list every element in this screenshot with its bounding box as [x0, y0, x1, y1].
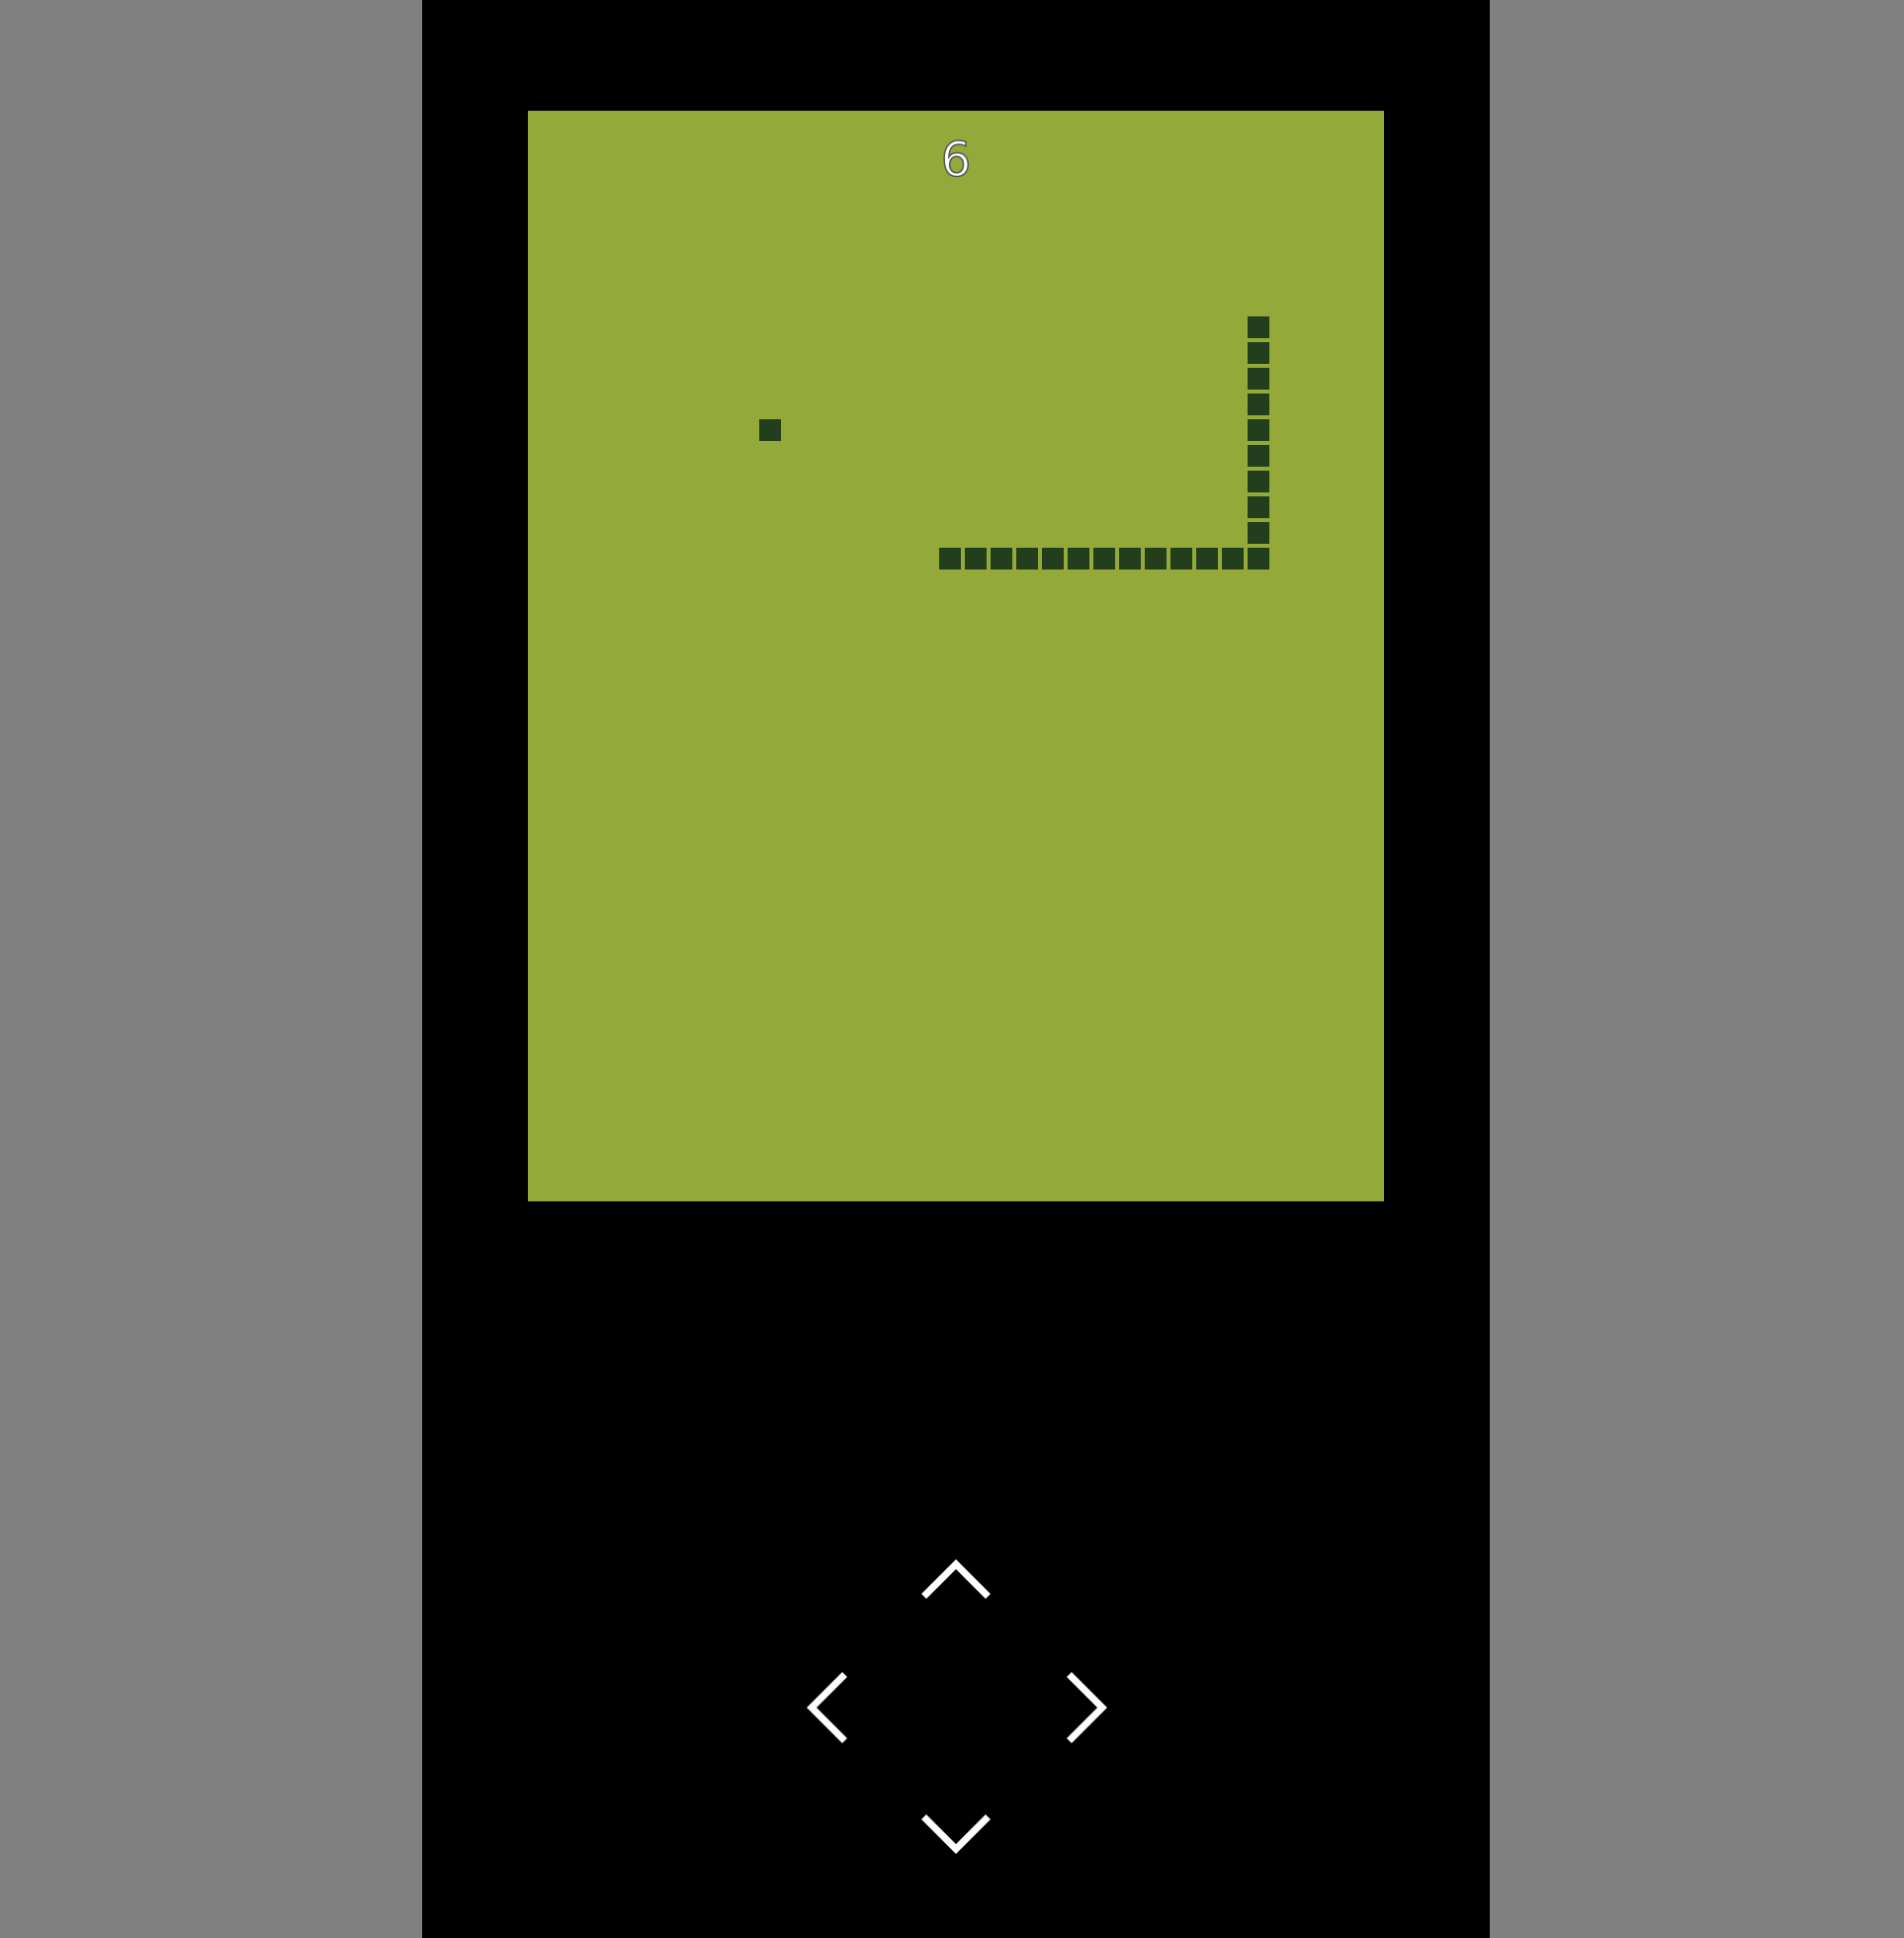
dpad-right-button[interactable]	[1042, 1663, 1131, 1752]
snake-segment	[1248, 342, 1269, 364]
snake-segment	[1248, 548, 1269, 570]
snake-segment	[1248, 368, 1269, 390]
snake-head	[1248, 316, 1269, 338]
snake-segment	[1145, 548, 1167, 570]
snake-segment	[1093, 548, 1115, 570]
snake-segment	[965, 548, 987, 570]
dpad-left-button[interactable]	[783, 1663, 872, 1752]
chevron-right-icon	[1067, 1672, 1107, 1743]
snake-segment	[1068, 548, 1089, 570]
snake-segment	[1248, 471, 1269, 492]
game-board: 6	[528, 111, 1384, 1201]
snake-segment	[1196, 548, 1218, 570]
snake-segment	[1248, 496, 1269, 518]
phone-device: 6	[422, 0, 1490, 1938]
chevron-up-icon	[921, 1559, 991, 1599]
snake-segment	[1170, 548, 1192, 570]
chevron-left-icon	[807, 1672, 847, 1743]
food-pellet	[759, 419, 781, 441]
dpad-down-button[interactable]	[911, 1792, 1000, 1881]
score-counter: 6	[940, 132, 972, 188]
snake-segment	[1248, 445, 1269, 467]
snake-segment	[1016, 548, 1038, 570]
game-page: 6	[0, 0, 1904, 1938]
snake-segment	[991, 548, 1012, 570]
snake-segment	[1222, 548, 1244, 570]
snake-segment	[1248, 394, 1269, 415]
chevron-down-icon	[921, 1814, 991, 1854]
snake-segment	[1119, 548, 1141, 570]
dpad-up-button[interactable]	[911, 1533, 1000, 1622]
snake-segment	[1248, 522, 1269, 544]
snake-segment	[939, 548, 961, 570]
snake-segment	[1248, 419, 1269, 441]
snake-segment	[1042, 548, 1064, 570]
